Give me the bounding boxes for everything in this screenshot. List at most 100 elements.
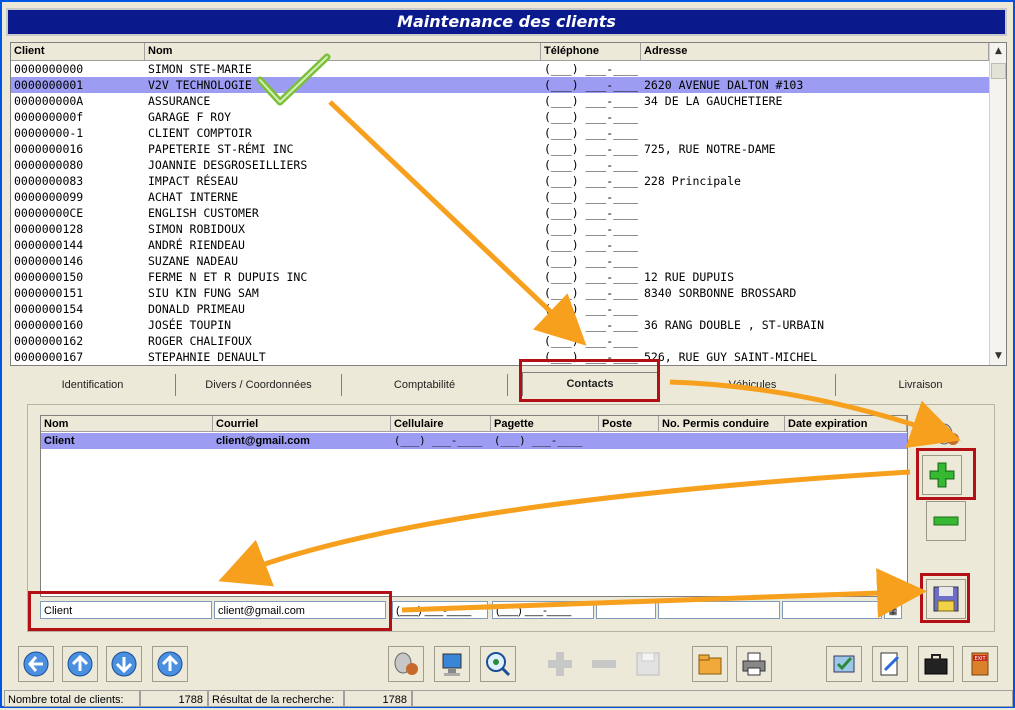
- scroll-up-arrow-icon[interactable]: ▲: [990, 43, 1006, 60]
- print-button[interactable]: [736, 646, 772, 682]
- column-header-adresse[interactable]: Adresse: [641, 43, 989, 60]
- client-phone-cell: (___) ___-____: [544, 110, 638, 124]
- contacts-header-nom[interactable]: Nom: [41, 416, 213, 432]
- document-pen-icon: [880, 652, 900, 676]
- remove-button-disabled[interactable]: [586, 646, 622, 682]
- search-tool-button[interactable]: [388, 646, 424, 682]
- contacts-grid[interactable]: Nom Courriel Cellulaire Pagette Poste No…: [40, 415, 908, 597]
- contacts-header-expiration[interactable]: Date expiration: [785, 416, 907, 432]
- contacts-header-pagette[interactable]: Pagette: [491, 416, 599, 432]
- contact-expiration-input[interactable]: [782, 601, 882, 619]
- client-code-cell: 0000000080: [14, 158, 84, 172]
- client-row[interactable]: 0000000016 PAPETERIE ST-RÉMI INC (___) ___…: [11, 141, 989, 157]
- view-button[interactable]: [480, 646, 516, 682]
- column-header-client[interactable]: Client: [11, 43, 145, 60]
- client-row[interactable]: 0000000080 JOANNIE DESGROSEILLIERS (___) _…: [11, 157, 989, 173]
- contacts-header-cellulaire[interactable]: Cellulaire: [391, 416, 491, 432]
- edit-document-button[interactable]: [872, 646, 908, 682]
- client-code-cell: 0000000083: [14, 174, 84, 188]
- client-row[interactable]: 0000000150 FERME N ET R DUPUIS INC (___) _…: [11, 269, 989, 285]
- folder-button[interactable]: [692, 646, 728, 682]
- edit-fields-highlight: [28, 591, 392, 631]
- scroll-thumb[interactable]: [991, 63, 1006, 79]
- tab-livraison[interactable]: Livraison: [836, 374, 1005, 396]
- client-phone-cell: (___) ___-____: [544, 302, 638, 316]
- calendar-icon[interactable]: ▦: [884, 601, 902, 619]
- client-row[interactable]: 0000000099 ACHAT INTERNE (___) ___-____: [11, 189, 989, 205]
- client-row[interactable]: 00000000-1 CLIENT COMPTOIR (___) ___-____: [11, 125, 989, 141]
- remove-contact-button[interactable]: [926, 501, 966, 541]
- client-phone-cell: (___) ___-____: [544, 222, 638, 236]
- save-button-disabled[interactable]: [630, 646, 666, 682]
- contacts-header-permis[interactable]: No. Permis conduire: [659, 416, 785, 432]
- previous-record-button[interactable]: [152, 646, 188, 682]
- status-empty-panel: [412, 690, 1013, 707]
- previous-page-button[interactable]: [62, 646, 98, 682]
- client-row[interactable]: 0000000167 STEPAHNIE DENAULT (___) ___-___…: [11, 349, 989, 365]
- client-row[interactable]: 0000000154 DONALD PRIMEAU (___) ___-____: [11, 301, 989, 317]
- column-header-telephone[interactable]: Téléphone: [541, 43, 641, 60]
- client-row[interactable]: 0000000146 SUZANE NADEAU (___) ___-____: [11, 253, 989, 269]
- client-address-cell: 36 RANG DOUBLE , ST-URBAIN: [644, 318, 825, 332]
- contact-tool-button[interactable]: [927, 413, 967, 453]
- client-phone-cell: (___) ___-____: [544, 286, 638, 300]
- contacts-header-poste[interactable]: Poste: [599, 416, 659, 432]
- client-row[interactable]: 0000000128 SIMON ROBIDOUX (___) ___-____: [11, 221, 989, 237]
- next-record-button[interactable]: [106, 646, 142, 682]
- client-name-cell: SIMON STE-MARIE: [148, 62, 252, 76]
- client-row[interactable]: 0000000144 ANDRÉ RIENDEAU (___) ___-____: [11, 237, 989, 253]
- first-record-button[interactable]: [18, 646, 54, 682]
- contact-tool-icon: [935, 423, 959, 445]
- validate-button[interactable]: [826, 646, 862, 682]
- column-header-nom[interactable]: Nom: [145, 43, 541, 60]
- clients-grid[interactable]: Client Nom Téléphone Adresse 0000000000 S…: [10, 42, 1007, 366]
- contact-cellulaire-input[interactable]: (___) ___-____: [392, 601, 488, 619]
- scroll-down-arrow-icon[interactable]: ▼: [990, 348, 1006, 365]
- client-row[interactable]: 0000000001 V2V TECHNOLOGIE (___) ___-____ 2…: [11, 77, 989, 93]
- client-phone-cell: (___) ___-____: [544, 174, 638, 188]
- status-total-label: Nombre total de clients:: [4, 690, 140, 707]
- client-row[interactable]: 0000000160 JOSÉE TOUPIN (___) ___-____ 36 R…: [11, 317, 989, 333]
- tab-strip: Identification Divers / Coordonnées Comp…: [10, 372, 1005, 396]
- tab-identification[interactable]: Identification: [10, 374, 176, 396]
- client-code-cell: 00000000CE: [14, 206, 84, 220]
- briefcase-button[interactable]: [918, 646, 954, 682]
- client-code-cell: 000000000f: [14, 110, 84, 124]
- client-code-cell: 0000000099: [14, 190, 84, 204]
- contacts-row[interactable]: Client client@gmail.com (___) ___-____ (…: [41, 433, 907, 449]
- client-row[interactable]: 000000000A ASSURANCE (___) ___-____ 34 DE L…: [11, 93, 989, 109]
- briefcase-icon: [924, 654, 948, 675]
- client-phone-cell: (___) ___-____: [544, 78, 638, 92]
- tab-comptabilite[interactable]: Comptabilité: [342, 374, 508, 396]
- client-row[interactable]: 000000000f GARAGE F ROY (___) ___-____: [11, 109, 989, 125]
- client-name-cell: SUZANE NADEAU: [148, 254, 239, 268]
- check-document-icon: [833, 655, 855, 673]
- exit-button[interactable]: EXIT: [962, 646, 998, 682]
- tab-vehicules[interactable]: Véhicules: [670, 374, 836, 396]
- svg-text:EXIT: EXIT: [974, 656, 986, 662]
- contact-poste-input[interactable]: [596, 601, 656, 619]
- tab-divers-coordonnees[interactable]: Divers / Coordonnées: [176, 374, 342, 396]
- client-phone-cell: (___) ___-____: [544, 270, 638, 284]
- client-phone-cell: (___) ___-____: [544, 334, 638, 348]
- client-row[interactable]: 0000000083 IMPACT RÉSEAU (___) ___-____ 228…: [11, 173, 989, 189]
- client-code-cell: 0000000160: [14, 318, 84, 332]
- add-button-disabled[interactable]: [542, 646, 578, 682]
- client-row[interactable]: 0000000151 SIU KIN FUNG SAM (___) ___-____…: [11, 285, 989, 301]
- client-name-cell: V2V TECHNOLOGIE: [148, 78, 252, 92]
- client-row[interactable]: 00000000CE ENGLISH CUSTOMER (___) ___-____: [11, 205, 989, 221]
- contact-permis-input[interactable]: [658, 601, 780, 619]
- status-bar: Nombre total de clients: 1788 Résultat d…: [4, 690, 1013, 708]
- computer-button[interactable]: [434, 646, 470, 682]
- client-address-cell: 228 Principale: [644, 174, 741, 188]
- contacts-header-courriel[interactable]: Courriel: [213, 416, 391, 432]
- client-code-cell: 0000000154: [14, 302, 84, 316]
- client-row[interactable]: 0000000000 SIMON STE-MARIE (___) ___-____: [11, 61, 989, 77]
- contact-pagette-input[interactable]: (___) ___-____: [492, 601, 594, 619]
- add-button-highlight: [916, 448, 976, 500]
- clients-scrollbar[interactable]: ▲ ▼: [989, 43, 1006, 365]
- client-code-cell: 0000000150: [14, 270, 84, 284]
- client-code-cell: 0000000000: [14, 62, 84, 76]
- client-row[interactable]: 0000000162 ROGER CHALIFOUX (___) ___-____: [11, 333, 989, 349]
- client-name-cell: JOSÉE TOUPIN: [148, 318, 232, 332]
